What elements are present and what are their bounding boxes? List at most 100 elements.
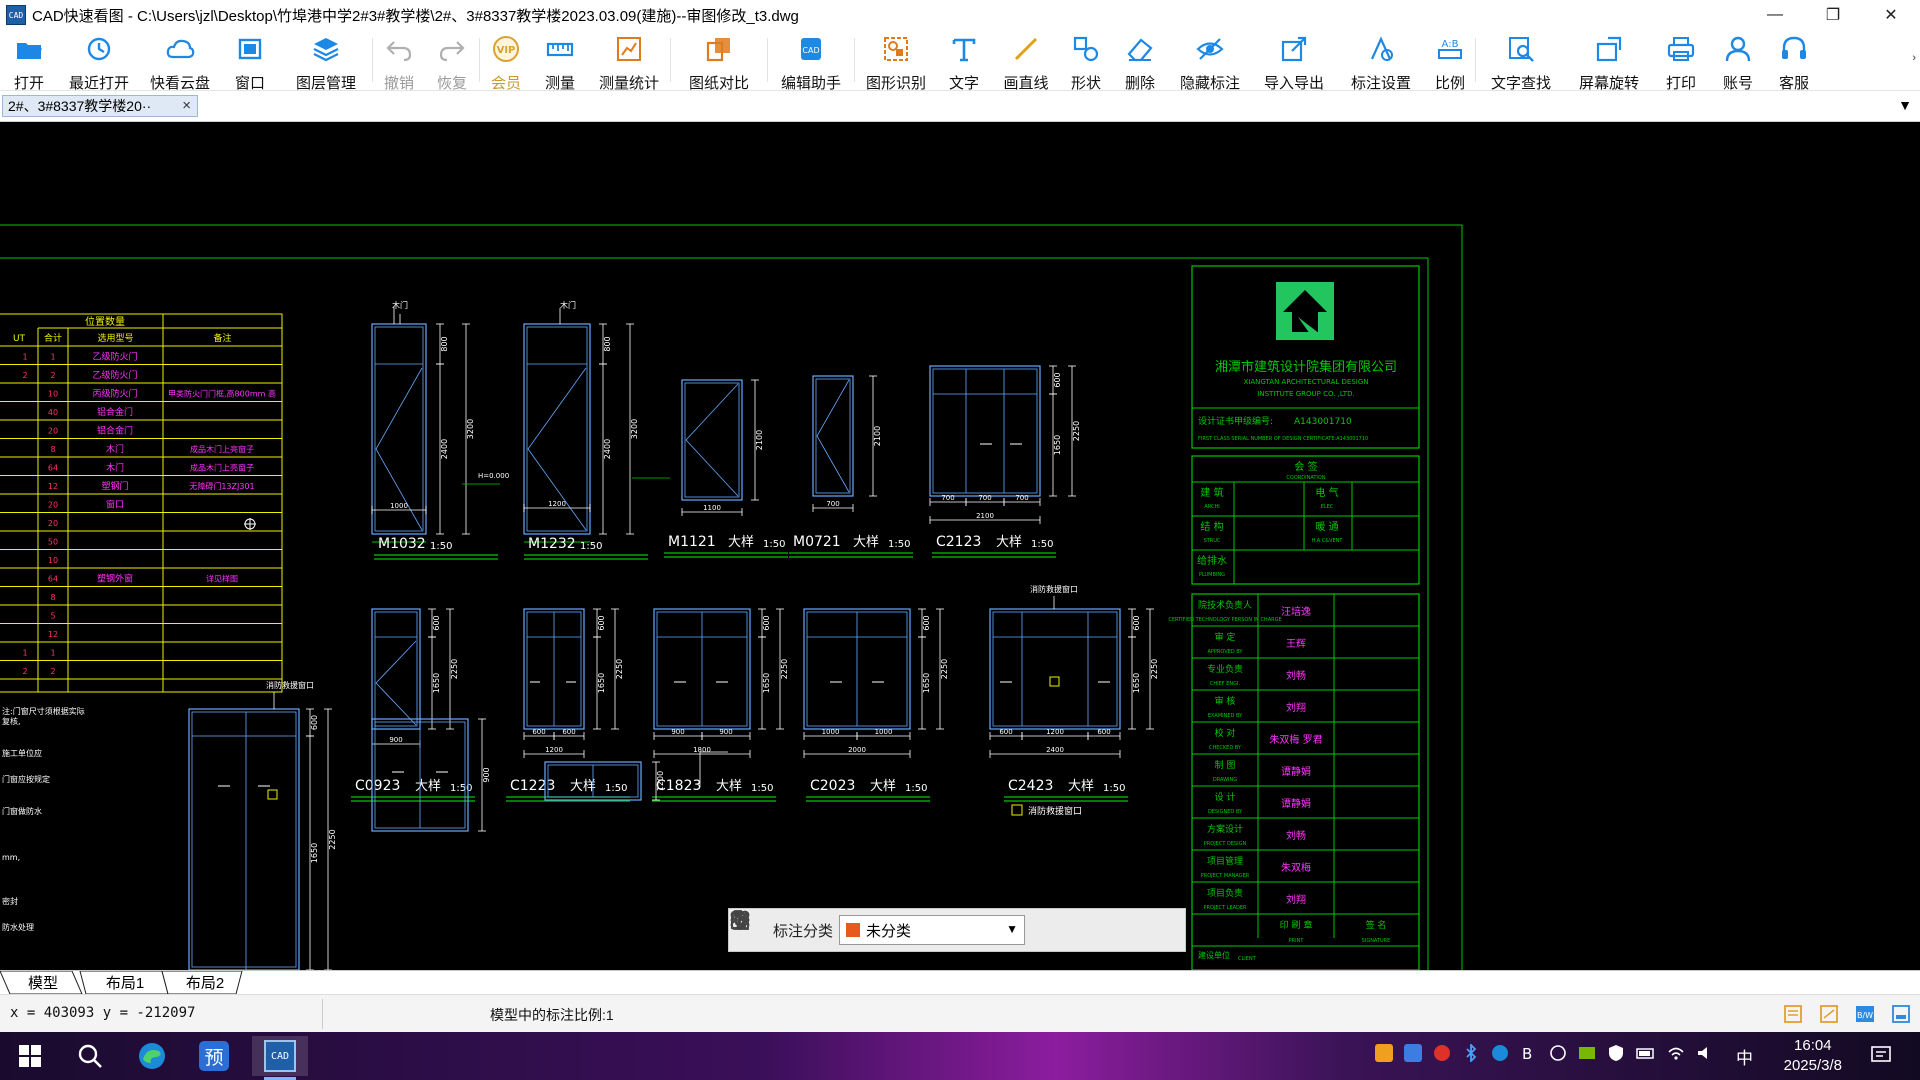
elevation-id: C2423 [1008,778,1053,794]
toolbar-button-cloud[interactable]: 快看云盘 [140,30,220,92]
toolbar-button-eraser[interactable]: 删除 [1111,30,1169,92]
preview-app-icon[interactable]: 预 [194,1036,234,1076]
toolbar-button-edit-assistant[interactable]: CAD 编辑助手 [768,30,854,92]
signature-role: 审 定 [1215,631,1236,643]
signature-name: 刘畅 [1286,829,1306,842]
dimension-text: 600 [762,615,771,630]
elevation-scale: 1:50 [580,541,602,552]
tray-app-icon[interactable] [1404,1044,1422,1067]
wechat-icon[interactable] [1549,1044,1567,1067]
drawing-canvas[interactable]: 位置数量 UT 合计 选用型号 备注 1 1 乙级防火门 2 2 乙级防火门 10 丙级防火门 甲类防火门… [0,122,1920,970]
tab-list-dropdown-icon[interactable]: ▼ [1898,97,1912,113]
folder-open-icon [14,34,44,69]
annotation-category-select[interactable]: 未分类 ▼ [839,915,1026,945]
door-M1121 [681,379,743,501]
cad-drawing[interactable]: 位置数量 UT 合计 选用型号 备注 1 1 乙级防火门 2 2 乙级防火门 10 丙级防火门 甲类防火门… [0,122,1920,970]
color-mode-icon[interactable]: B/W [1854,1003,1876,1025]
dimension-text: 1650 [922,673,931,693]
chevron-down-icon: ▼ [1006,922,1019,936]
toolbar-button-printer[interactable]: 打印 [1652,30,1710,92]
table-cell: 64 [48,575,58,584]
coord-role: 电 气 [1315,486,1338,499]
tray-app-icon[interactable]: B [1520,1044,1538,1067]
toolbar-label: 形状 [1070,75,1101,92]
toolbar-button-vip[interactable]: VIP 会员 [480,30,532,92]
toolbar-button-measure-stats[interactable]: 测量统计 [588,30,670,92]
toolbar-button-account[interactable]: 账号 [1710,30,1766,92]
side-note: 施工单位应 [2,748,42,758]
fire-rescue-legend-symbol [1011,804,1023,816]
cad-app-icon[interactable]: CAD [252,1036,308,1076]
measure-stats-icon [614,34,644,69]
elevation-inner-frame [932,368,1038,494]
toolbar-button-headset[interactable]: 客服 [1766,30,1822,92]
toolbar-button-folder-open[interactable]: 打开 [0,30,58,92]
toolbar-button-shape-recognize[interactable]: 图形识别 [855,30,937,92]
tab-model[interactable]: 模型 [18,971,68,994]
toolbar-button-hide-annotation[interactable]: 隐藏标注 [1169,30,1251,92]
table-cell: 50 [48,538,58,547]
toolbar-button-line[interactable]: 画直线 [991,30,1061,92]
toolbar-button-compare[interactable]: 图纸对比 [671,30,767,92]
tab-layout1[interactable]: 布局1 [100,971,150,994]
tab-layout2[interactable]: 布局2 [180,971,230,994]
clock-date: 2025/3/8 [1783,1057,1842,1074]
copy-annotation-icon[interactable] [731,911,1143,948]
battery-icon[interactable] [1636,1044,1656,1067]
schedule-table-frame [0,313,283,693]
coord-role-en: ELEC [1321,504,1334,510]
toolbar-button-scale[interactable]: A:B 比例 [1425,30,1475,92]
toolbar-button-history[interactable]: 最近打开 [58,30,140,92]
toolbar-button-import-export[interactable]: 导入导出 [1251,30,1337,92]
toolbar-button-text-search[interactable]: 文字查找 [1476,30,1566,92]
toolbar-label: 打印 [1665,75,1696,92]
document-tab[interactable]: 2#、3#8337教学楼20·· × [2,95,198,117]
taskbar-clock[interactable]: 16:04 2025/3/8 [1784,1036,1842,1076]
windows-start-icon[interactable] [10,1036,50,1076]
toolbar-button-redo[interactable]: 恢复 [425,30,479,92]
toolbar-button-annotation-settings[interactable]: 标注设置 [1337,30,1425,92]
search-icon[interactable] [70,1036,110,1076]
signature-role-en: DESIGNED BY [1208,809,1243,815]
edit-annotation-icon[interactable] [731,911,1071,948]
minimize-button[interactable]: — [1746,0,1804,30]
toolbar-button-shape[interactable]: 形状 [1061,30,1111,92]
input-language-indicator[interactable]: 中 [1736,1044,1753,1069]
dimension-text: 1650 [597,673,606,693]
toolbar-button-undo[interactable]: 撤销 [373,30,425,92]
edge-icon[interactable] [132,1036,172,1076]
dimension-text: 1200 [1046,728,1064,736]
toolbar-overflow-icon[interactable]: › [1912,52,1916,64]
security-icon[interactable] [1607,1044,1625,1067]
restore-button[interactable]: ❐ [1804,0,1862,30]
toolbar-label: 屏幕旋转 [1578,75,1639,92]
tray-app-icon[interactable] [1375,1044,1393,1067]
toolbar-button-text[interactable]: 文字 [937,30,991,92]
cert-en: FIRST CLASS SERIAL NUMBER OF DESIGN CERT… [1198,436,1368,442]
svg-text:VIP: VIP [497,45,516,56]
layout-toggle-icon[interactable] [1782,1003,1804,1025]
edge-tray-icon[interactable] [1491,1044,1509,1067]
close-tab-icon[interactable]: × [182,97,191,114]
fullscreen-icon[interactable] [1890,1003,1912,1025]
paste-annotation-icon[interactable] [731,910,1179,948]
bluetooth-icon[interactable] [1462,1042,1480,1067]
weibo-icon[interactable] [1433,1044,1451,1067]
toolbar-button-rotate-screen[interactable]: 屏幕旋转 [1566,30,1652,92]
volume-icon[interactable] [1696,1044,1714,1067]
dimension-text: 1650 [310,843,319,863]
move-annotation-icon[interactable] [730,910,1107,948]
toolbar-button-ruler[interactable]: 测量 [532,30,588,92]
dimension-text: 1000 [822,728,840,736]
notification-center-icon[interactable] [1870,1044,1892,1071]
line-icon [1011,34,1041,69]
annotation-panel-icon[interactable] [1818,1003,1840,1025]
toolbar-label: 文字查找 [1490,75,1551,92]
wifi-icon[interactable] [1667,1044,1685,1067]
toolbar-button-window[interactable]: 窗口 [220,30,280,92]
close-window-button[interactable]: ✕ [1862,0,1920,30]
toolbar-button-layers[interactable]: 图层管理 [280,30,372,92]
shape-recognize-icon [881,34,911,69]
text-search-icon [1506,34,1536,69]
nvidia-icon[interactable] [1578,1044,1596,1067]
